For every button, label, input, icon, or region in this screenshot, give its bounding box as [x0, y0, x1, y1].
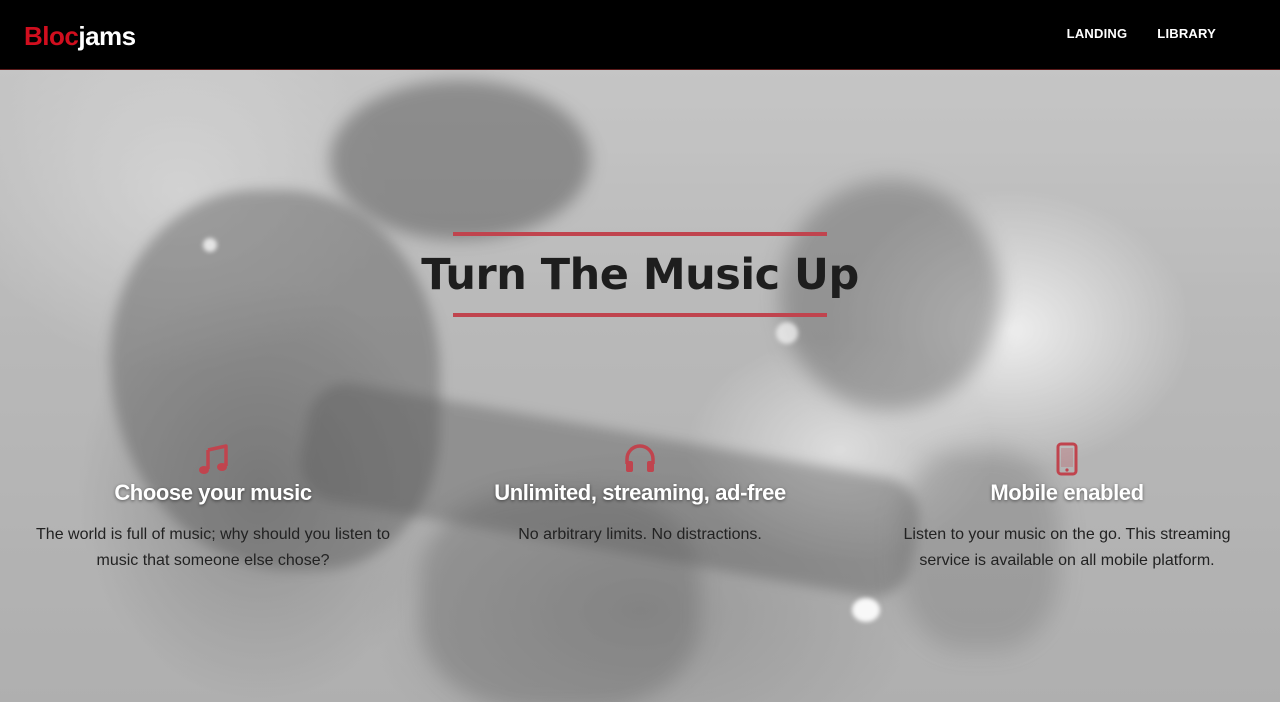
- feature-mobile-enabled: Mobile enabled Listen to your music on t…: [877, 442, 1257, 574]
- feature-title: Choose your music: [114, 480, 312, 505]
- nav-links: LANDING LIBRARY: [1067, 26, 1216, 41]
- feature-title: Mobile enabled: [990, 480, 1144, 505]
- headphones-icon: [625, 444, 655, 472]
- logo[interactable]: Blocjams: [24, 20, 136, 52]
- hero-title: Turn The Music Up: [421, 249, 859, 300]
- feature-title: Unlimited, streaming, ad-free: [494, 480, 786, 505]
- feature-choose-music: Choose your music The world is full of m…: [23, 442, 403, 574]
- background-overlay: [0, 70, 1280, 702]
- hero-title-frame: Turn The Music Up: [421, 232, 859, 317]
- nav-link-landing[interactable]: LANDING: [1067, 26, 1128, 41]
- music-note-icon: [199, 444, 228, 474]
- logo-part-bloc: Bloc: [24, 21, 79, 51]
- logo-part-jams: jams: [78, 21, 136, 51]
- feature-description: Listen to your music on the go. This str…: [903, 526, 1231, 569]
- mobile-phone-icon: [1056, 442, 1078, 476]
- feature-description: No arbitrary limits. No distractions.: [518, 526, 762, 543]
- nav-link-library[interactable]: LIBRARY: [1157, 26, 1216, 41]
- feature-description: The world is full of music; why should y…: [36, 526, 390, 569]
- hero-section: Turn The Music Up Choose your music The …: [0, 70, 1280, 702]
- feature-unlimited-streaming: Unlimited, streaming, ad-free No arbitra…: [450, 442, 830, 548]
- navbar: Blocjams LANDING LIBRARY: [0, 0, 1280, 70]
